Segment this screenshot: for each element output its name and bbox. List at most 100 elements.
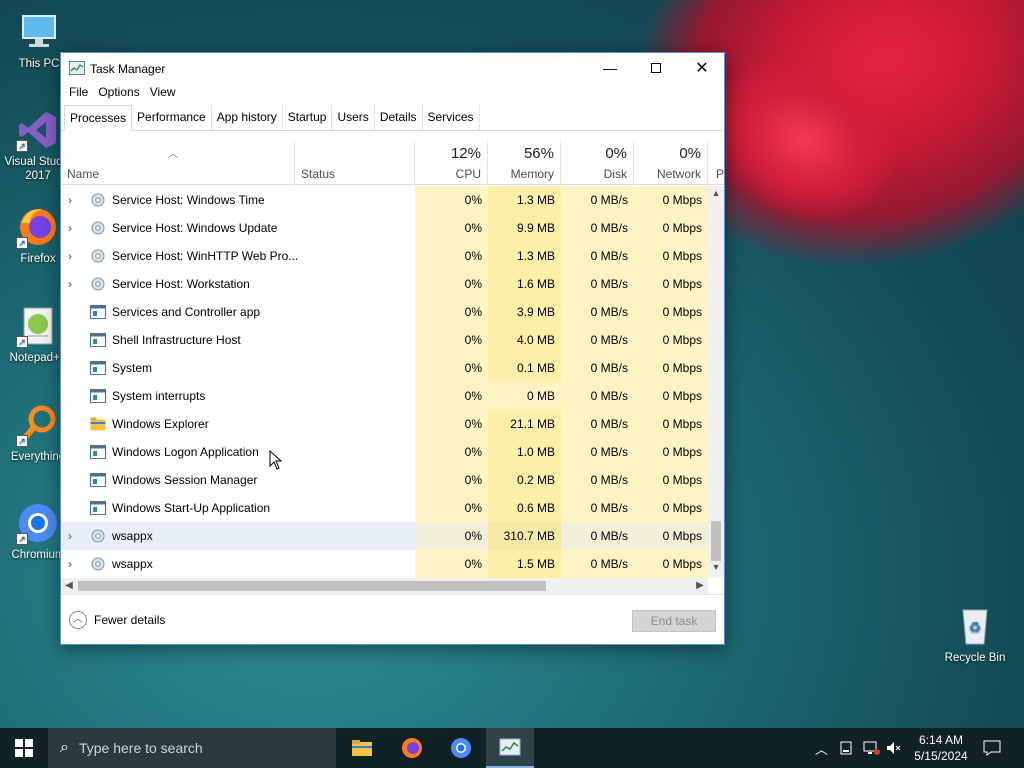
expand-chevron-icon[interactable]: › — [68, 522, 78, 550]
process-row[interactable]: › Service Host: Windows Update 0% 9.9 MB 0 M… — [61, 214, 708, 242]
fewer-details-button[interactable]: ︿ Fewer details — [69, 611, 165, 629]
process-status — [295, 410, 415, 438]
column-header-cpu[interactable]: 12% CPU — [415, 141, 488, 185]
title-bar[interactable]: Task Manager — ✕ — [61, 53, 724, 83]
disk-total-percent: 0% — [605, 145, 627, 162]
process-row[interactable]: Services and Controller app 0% 3.9 MB 0 MB/… — [61, 298, 708, 326]
process-disk: 0 MB/s — [561, 382, 634, 410]
close-button[interactable]: ✕ — [679, 53, 725, 83]
tab-app-history[interactable]: App history — [212, 105, 283, 130]
process-status — [295, 522, 415, 550]
horizontal-scrollbar[interactable]: ◀ ▶ — [61, 578, 708, 594]
process-name: Windows Logon Application — [112, 445, 259, 459]
taskbar-file-explorer[interactable] — [338, 728, 386, 768]
tab-performance[interactable]: Performance — [132, 105, 212, 130]
expand-chevron-icon[interactable]: › — [68, 186, 78, 214]
process-disk: 0 MB/s — [561, 214, 634, 242]
expand-chevron-icon[interactable]: › — [68, 214, 78, 242]
process-cpu: 0% — [415, 326, 488, 354]
taskbar-clock[interactable]: 6:14 AM 5/15/2024 — [905, 732, 977, 764]
process-row[interactable]: System 0% 0.1 MB 0 MB/s 0 Mbps — [61, 354, 708, 382]
expand-chevron-icon[interactable]: › — [68, 242, 78, 270]
process-list: › Service Host: Windows Time 0% 1.3 MB 0 MB/… — [61, 186, 708, 578]
taskbar-search-box[interactable]: ⌕ Type here to search — [48, 728, 336, 768]
process-row[interactable]: System interrupts 0% 0 MB 0 MB/s 0 Mbps — [61, 382, 708, 410]
gear-icon — [90, 557, 106, 571]
process-name: Windows Explorer — [112, 417, 209, 431]
vertical-scroll-thumb[interactable] — [711, 521, 721, 561]
tab-services[interactable]: Services — [423, 105, 480, 130]
taskbar-firefox[interactable] — [388, 728, 436, 768]
expand-chevron-icon[interactable]: › — [68, 270, 78, 298]
process-row[interactable]: › Service Host: WinHTTP Web Pro... 0% 1.3 M… — [61, 242, 708, 270]
column-header-memory[interactable]: 56% Memory — [488, 141, 561, 185]
tab-startup[interactable]: Startup — [283, 105, 333, 130]
column-header-status[interactable]: Status — [295, 141, 415, 185]
tray-volume-muted-icon[interactable] — [886, 728, 902, 768]
menu-file[interactable]: File — [64, 83, 93, 103]
column-status-label: Status — [301, 167, 336, 181]
process-row[interactable]: › Service Host: Windows Time 0% 1.3 MB 0 MB/… — [61, 186, 708, 214]
process-row[interactable]: Windows Session Manager 0% 0.2 MB 0 MB/s 0 M… — [61, 466, 708, 494]
process-name: Service Host: Workstation — [112, 277, 250, 291]
process-network: 0 Mbps — [634, 522, 708, 550]
process-row[interactable]: › wsappx 0% 310.7 MB 0 MB/s 0 Mbps — [61, 522, 708, 550]
column-header-name[interactable]: Name — [61, 141, 295, 185]
gear-icon — [90, 529, 106, 543]
process-cpu: 0% — [415, 242, 488, 270]
desktop-icon-recycle-bin[interactable]: ♻ Recycle Bin — [940, 604, 1010, 665]
process-row[interactable]: Windows Start-Up Application 0% 0.6 MB 0 MB… — [61, 494, 708, 522]
process-disk: 0 MB/s — [561, 186, 634, 214]
process-cpu: 0% — [415, 354, 488, 382]
process-row[interactable]: Windows Logon Application 0% 1.0 MB 0 MB/s 0… — [61, 438, 708, 466]
column-header-power-partial[interactable]: P — [708, 141, 724, 185]
menu-options[interactable]: Options — [93, 83, 144, 103]
minimize-button[interactable]: — — [587, 53, 633, 83]
process-name: System interrupts — [112, 389, 206, 403]
process-name: Windows Session Manager — [112, 473, 258, 487]
process-disk: 0 MB/s — [561, 466, 634, 494]
process-row[interactable]: Shell Infrastructure Host 0% 4.0 MB 0 MB/s 0… — [61, 326, 708, 354]
process-row[interactable]: › wsappx 0% 1.5 MB 0 MB/s 0 Mbps — [61, 550, 708, 578]
process-network: 0 Mbps — [634, 214, 708, 242]
end-task-button[interactable]: End task — [632, 610, 716, 632]
column-header-network[interactable]: 0% Network — [634, 141, 708, 185]
process-row[interactable]: › Service Host: Workstation 0% 1.6 MB 0 MB/s… — [61, 270, 708, 298]
task-manager-icon — [69, 61, 85, 75]
menu-view[interactable]: View — [145, 83, 181, 103]
tab-users[interactable]: Users — [332, 105, 375, 130]
process-network: 0 Mbps — [634, 270, 708, 298]
taskbar-chromium[interactable] — [437, 728, 485, 768]
column-header-disk[interactable]: 0% Disk — [561, 141, 634, 185]
horizontal-scroll-thumb[interactable] — [78, 581, 546, 591]
tab-processes[interactable]: Processes — [64, 105, 133, 131]
firefox-icon: ↗ — [16, 205, 60, 249]
tab-details[interactable]: Details — [375, 105, 423, 130]
process-memory: 9.9 MB — [488, 214, 561, 242]
action-center-icon[interactable] — [983, 728, 1001, 768]
process-row[interactable]: Windows Explorer 0% 21.1 MB 0 MB/s 0 Mbps — [61, 410, 708, 438]
firefox-icon — [402, 738, 422, 758]
tray-network-icon[interactable] — [862, 728, 880, 768]
collapse-up-icon: ︿ — [69, 611, 87, 629]
window-icon — [90, 333, 106, 347]
scroll-right-icon[interactable]: ▶ — [692, 578, 708, 594]
process-name: wsappx — [112, 557, 153, 571]
process-memory: 21.1 MB — [488, 410, 561, 438]
process-network: 0 Mbps — [634, 410, 708, 438]
scroll-down-icon[interactable]: ▼ — [708, 562, 724, 576]
folder-icon — [352, 740, 372, 756]
visual-studio-icon: ↗ — [16, 108, 60, 152]
process-status — [295, 214, 415, 242]
tray-show-hidden-icon[interactable]: ︿ — [815, 728, 828, 768]
tray-device-icon[interactable] — [840, 728, 852, 768]
cpu-total-percent: 12% — [450, 145, 481, 162]
vertical-scrollbar[interactable]: ▲ ▼ — [708, 186, 724, 578]
taskbar-task-manager[interactable] — [486, 728, 534, 768]
start-button[interactable] — [0, 728, 48, 768]
expand-chevron-icon[interactable]: › — [68, 550, 78, 578]
process-status — [295, 550, 415, 578]
maximize-button[interactable] — [633, 53, 679, 83]
scroll-left-icon[interactable]: ◀ — [61, 578, 77, 594]
scroll-up-icon[interactable]: ▲ — [708, 188, 724, 202]
